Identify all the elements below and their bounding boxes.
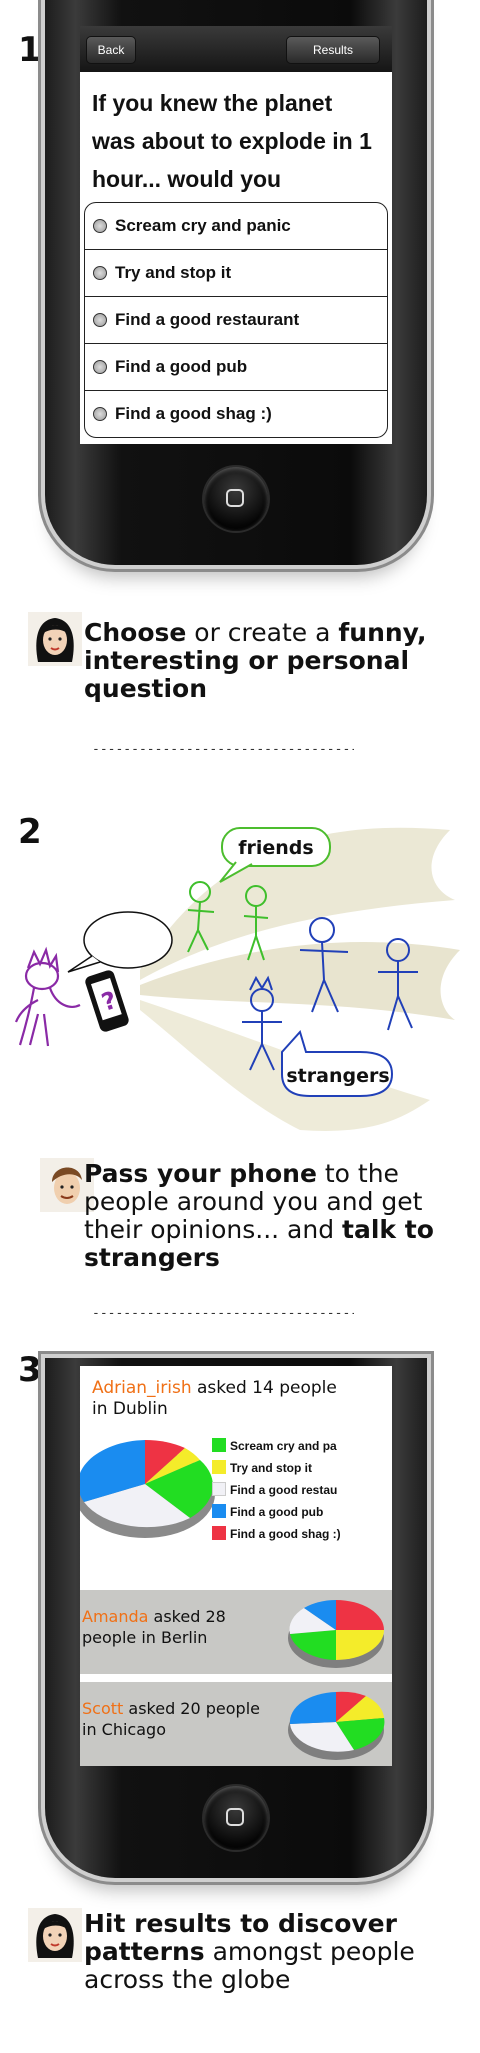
step-number-3: 3 xyxy=(18,1350,42,1390)
chicago-result-location: in Chicago xyxy=(82,1720,166,1739)
step-number-1: 1 xyxy=(18,30,42,70)
chicago-result-text: asked 20 people xyxy=(123,1699,260,1718)
berlin-result-location: people in Berlin xyxy=(82,1628,208,1647)
answer-option-label: Find a good restaurant xyxy=(115,310,300,329)
result-row-berlin[interactable]: Amanda asked 28 people in Berlin xyxy=(80,1590,392,1674)
answer-option[interactable]: Find a good pub xyxy=(85,344,387,391)
answer-option-label: Try and stop it xyxy=(115,263,232,282)
legend-swatch xyxy=(212,1504,226,1518)
legend-swatch xyxy=(212,1526,226,1540)
avatar-woman xyxy=(28,612,82,666)
chicago-result-user[interactable]: Scott xyxy=(82,1699,123,1718)
avatar-woman xyxy=(28,1908,82,1962)
radio-button-icon[interactable] xyxy=(93,219,107,233)
strangers-label: strangers xyxy=(286,1065,389,1087)
main-result-pie-chart[interactable] xyxy=(80,1432,220,1552)
answer-option[interactable]: Try and stop it xyxy=(85,250,387,297)
legend-swatch xyxy=(212,1438,226,1452)
separator-2: -------------------------------------- xyxy=(92,1306,354,1321)
caption-1-text: or create a xyxy=(186,618,339,647)
chicago-result-title: Scott asked 20 people in Chicago xyxy=(82,1698,282,1740)
berlin-result-text: asked 28 xyxy=(148,1607,226,1626)
berlin-result-title: Amanda asked 28 people in Berlin xyxy=(82,1606,282,1648)
answer-option-label: Find a good shag :) xyxy=(115,404,272,423)
result-row-chicago[interactable]: Scott asked 20 people in Chicago xyxy=(80,1682,392,1766)
answer-option[interactable]: Scream cry and panic xyxy=(85,203,387,250)
caption-1-bold-choose: Choose xyxy=(84,618,187,647)
home-square-icon xyxy=(226,489,244,507)
sharing-illustration-icon: ? friends strangers xyxy=(14,827,460,1131)
legend-label: Find a good shag :) xyxy=(230,1527,341,1541)
question-text: If you knew the planet was about to expl… xyxy=(92,90,372,192)
legend-label: Find a good restau xyxy=(230,1483,338,1497)
main-result-user[interactable]: Adrian_irish xyxy=(92,1378,192,1398)
caption-step-1: Choose or create a funny, interesting or… xyxy=(84,619,464,703)
main-pie-slices xyxy=(80,1440,213,1528)
woman-face-icon xyxy=(36,1914,74,1958)
answer-options-list: Scream cry and panic Try and stop it Fin… xyxy=(84,202,388,438)
back-button[interactable]: Back xyxy=(86,36,136,64)
answer-option[interactable]: Find a good shag :) xyxy=(85,391,387,437)
berlin-result-user[interactable]: Amanda xyxy=(82,1607,148,1626)
answer-option[interactable]: Find a good restaurant xyxy=(85,297,387,344)
answer-option-label: Scream cry and panic xyxy=(115,216,291,235)
chicago-pie-chart xyxy=(288,1691,385,1760)
separator-1: -------------------------------------- xyxy=(92,742,354,757)
radio-button-icon[interactable] xyxy=(93,407,107,421)
legend-label: Try and stop it xyxy=(230,1461,313,1475)
answer-option-label: Find a good pub xyxy=(115,357,248,376)
main-result-text: asked 14 people xyxy=(191,1378,337,1398)
nav-bar: Back Results xyxy=(80,26,392,72)
main-result-location: in Dublin xyxy=(92,1399,168,1419)
legend-label: Find a good pub xyxy=(230,1505,324,1519)
results-screen: Adrian_irish asked 14 people in Dublin Sc… xyxy=(80,1366,392,1766)
legend-label: Scream cry and pa xyxy=(230,1439,337,1453)
phone-mockup-question: Back Results If you knew the planet was … xyxy=(45,0,427,565)
radio-button-icon[interactable] xyxy=(93,313,107,327)
home-button[interactable] xyxy=(204,1786,268,1850)
question-screen: Back Results If you knew the planet was … xyxy=(80,26,392,444)
legend-swatch xyxy=(212,1482,226,1496)
illustration-people: ? friends strangers xyxy=(0,800,480,1140)
radio-button-icon[interactable] xyxy=(93,360,107,374)
legend-swatch xyxy=(212,1460,226,1474)
results-button[interactable]: Results xyxy=(286,36,380,64)
radio-button-icon[interactable] xyxy=(93,266,107,280)
friends-label: friends xyxy=(238,837,313,859)
phone-mockup-results: Adrian_irish asked 14 people in Dublin Sc… xyxy=(45,1358,427,1878)
berlin-pie-chart xyxy=(288,1600,384,1668)
caption-step-2: Pass your phone to the people around you… xyxy=(84,1160,464,1272)
caption-step-3: Hit results to discover patterns amongst… xyxy=(84,1910,464,1994)
home-button[interactable] xyxy=(204,467,268,531)
caption-2-bold-pass: Pass your phone xyxy=(84,1159,317,1188)
home-square-icon xyxy=(226,1808,244,1826)
woman-face-icon xyxy=(36,618,74,662)
main-result-title: Adrian_irish asked 14 people in Dublin xyxy=(92,1378,387,1420)
